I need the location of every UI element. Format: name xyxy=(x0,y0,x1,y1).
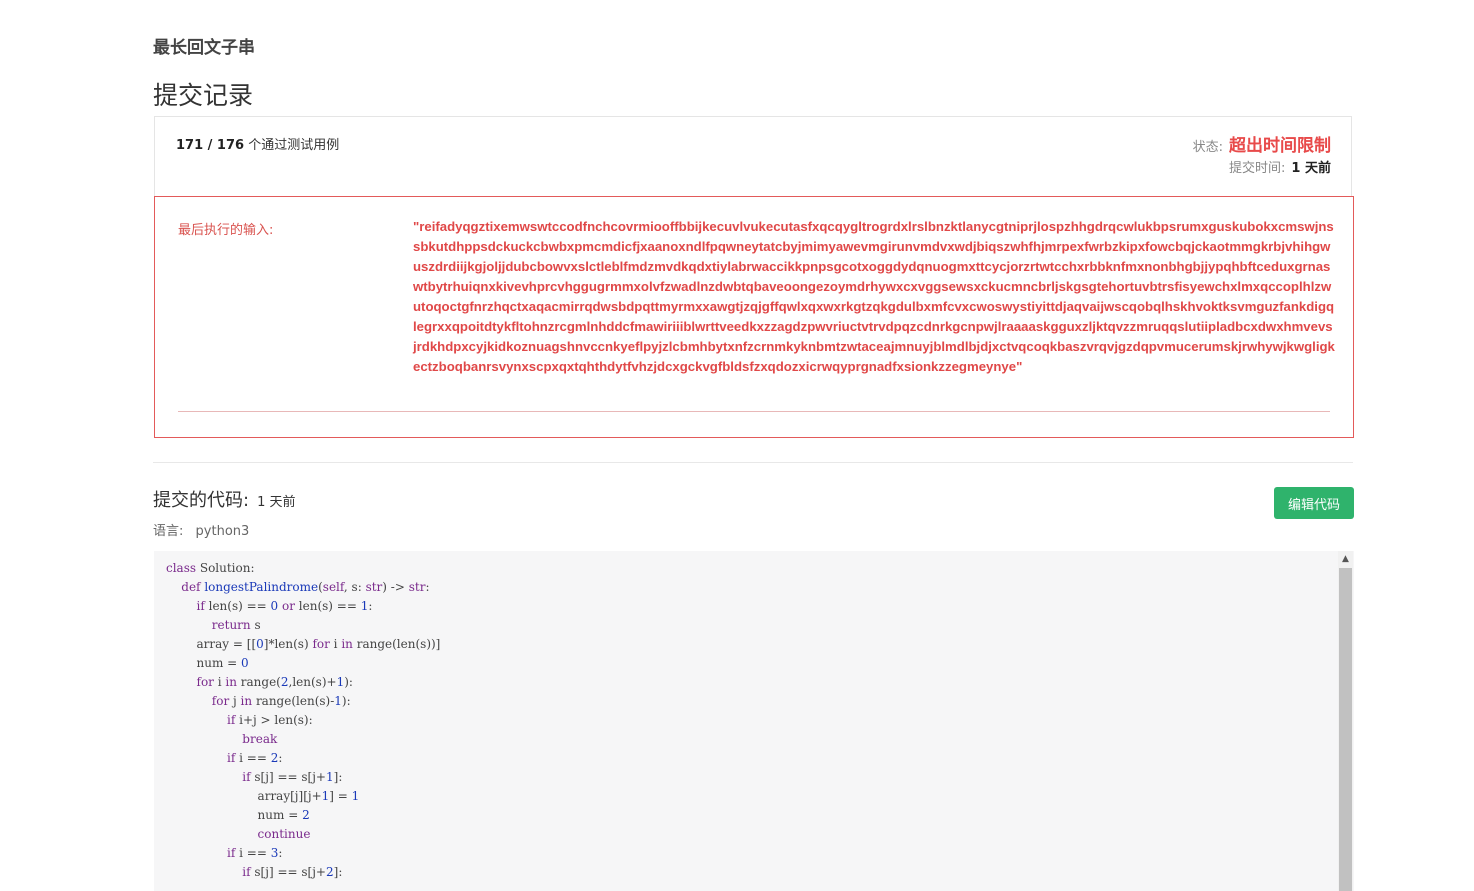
last-input-value: "reifadyqgztixemwswtccodfnchcovrmiooffbb… xyxy=(413,219,1335,374)
code-block[interactable]: class Solution: def longestPalindrome(se… xyxy=(166,559,440,882)
language-label: 语言: xyxy=(153,524,184,539)
code-panel[interactable]: class Solution: def longestPalindrome(se… xyxy=(154,551,1354,891)
problem-title[interactable]: 最长回文子串 xyxy=(153,33,255,58)
submit-time-value: 1 天前 xyxy=(1291,161,1331,176)
passed-count: 171 / 176 xyxy=(176,138,245,153)
submit-time-line: 提交时间: 1 天前 xyxy=(1229,157,1331,176)
code-line: break xyxy=(242,732,278,746)
code-heading-label: 提交的代码: xyxy=(153,490,250,511)
code-line: num = 2 xyxy=(166,808,310,822)
code-line: class Solution: xyxy=(166,561,255,575)
page-title: 提交记录 xyxy=(153,81,254,110)
code-line: if s[j] == s[j+2]: xyxy=(242,865,343,879)
submit-time-label: 提交时间: xyxy=(1229,161,1286,176)
code-line: if i == 3: xyxy=(227,846,283,860)
code-line: if s[j] == s[j+1]: xyxy=(242,770,343,784)
code-line: if len(s) == 0 or len(s) == 1: xyxy=(196,599,373,613)
submission-summary: 171 / 176 个通过测试用例 状态: 超出时间限制 提交时间: 1 天前 xyxy=(154,116,1352,196)
code-line: def longestPalindrome(self, s: str) -> s… xyxy=(181,580,430,594)
code-scrollbar[interactable]: ▲ xyxy=(1338,551,1353,891)
scrollbar-thumb[interactable] xyxy=(1339,568,1352,891)
chevron-up-icon[interactable]: ▲ xyxy=(1338,553,1353,565)
passed-testcases: 171 / 176 个通过测试用例 xyxy=(176,134,339,153)
section-divider xyxy=(153,462,1353,463)
code-line: return s xyxy=(211,618,261,632)
code-line: for i in range(2,len(s)+1): xyxy=(196,675,353,689)
code-line: array[j][j+1] = 1 xyxy=(166,789,360,803)
code-line: if i+j > len(s): xyxy=(227,713,313,727)
edit-code-button[interactable]: 编辑代码 xyxy=(1274,487,1354,519)
code-line: for j in range(len(s)-1): xyxy=(211,694,351,708)
code-line: continue xyxy=(257,827,311,841)
last-input-label: 最后执行的输入: xyxy=(178,223,274,238)
last-input-box: 最后执行的输入: "reifadyqgztixemwswtccodfnchcov… xyxy=(154,196,1354,438)
status-value: 超出时间限制 xyxy=(1229,136,1331,156)
language-value: python3 xyxy=(195,524,250,539)
status-line: 状态: 超出时间限制 xyxy=(1193,131,1331,156)
language-line: 语言: python3 xyxy=(153,520,257,539)
code-heading: 提交的代码: 1 天前 xyxy=(153,486,295,512)
code-line: num = 0 xyxy=(166,656,249,670)
code-line: if i == 2: xyxy=(227,751,283,765)
divider xyxy=(178,411,1330,412)
code-heading-time: 1 天前 xyxy=(257,495,296,510)
passed-suffix: 个通过测试用例 xyxy=(244,138,340,153)
code-line: array = [[0]*len(s) for i in range(len(s… xyxy=(166,637,441,651)
status-label: 状态: xyxy=(1192,140,1223,155)
